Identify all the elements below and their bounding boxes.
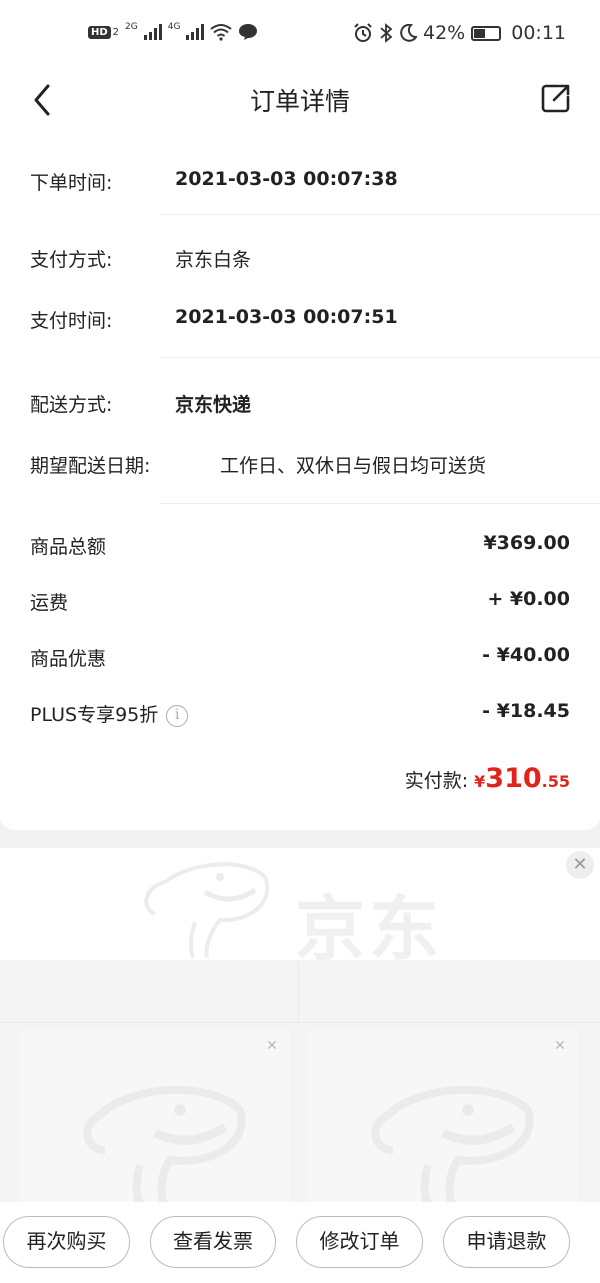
pay-method-value: 京东白条 — [175, 249, 252, 271]
message-icon — [239, 24, 258, 40]
paid-currency: ¥ — [474, 772, 486, 791]
divider — [160, 357, 600, 358]
plus-discount-label: PLUS专享95折 — [30, 704, 159, 726]
close-icon[interactable]: ✕ — [262, 1036, 282, 1056]
divider — [160, 214, 600, 215]
nav-header: 订单详情 — [0, 70, 600, 130]
info-icon[interactable]: i — [166, 704, 189, 727]
grid-divider — [298, 962, 299, 1022]
signal-icon-1 — [143, 24, 162, 40]
jd-dog-placeholder-icon — [371, 1085, 534, 1205]
wifi-icon — [210, 24, 233, 41]
product-placeholder[interactable]: ✕ — [308, 1030, 578, 1205]
clock: 00:11 — [511, 22, 566, 44]
modify-order-button[interactable]: 修改订单 — [296, 1216, 423, 1268]
shipping-value: + ¥0.00 — [487, 588, 570, 610]
grid-divider — [0, 1022, 600, 1023]
sim-index: 2 — [112, 26, 120, 38]
net1-label: 2G — [125, 22, 138, 32]
paid-decimal: .55 — [541, 772, 570, 791]
pay-time-value: 2021-03-03 00:07:51 — [175, 306, 398, 328]
delivery-date-label: 期望配送日期: — [30, 455, 151, 477]
status-left: HD 2 2G 4G — [88, 22, 258, 42]
pay-method-label: 支付方式: — [30, 249, 113, 271]
hd-badge: HD — [88, 25, 111, 39]
battery-percent: 42% — [423, 22, 466, 44]
order-time-value: 2021-03-03 00:07:38 — [175, 168, 398, 190]
status-bar: HD 2 2G 4G 42% 00:11 — [0, 0, 600, 70]
ad-brand-text: 京东 — [295, 888, 443, 970]
delivery-method-label: 配送方式: — [30, 394, 113, 416]
view-invoice-button[interactable]: 查看发票 — [150, 1216, 276, 1268]
rebuy-button[interactable]: 再次购买 — [3, 1216, 130, 1268]
divider — [160, 503, 600, 504]
alarm-icon — [354, 23, 372, 42]
paid-label: 实付款: — [404, 770, 469, 792]
ad-banner[interactable]: 京东 ✕ — [0, 848, 600, 970]
jd-dog-placeholder-icon — [83, 1085, 246, 1205]
battery-icon — [471, 25, 502, 41]
shipping-label: 运费 — [30, 592, 69, 614]
plus-discount-value: - ¥18.45 — [482, 700, 570, 722]
bottom-action-bar: 再次购买 查看发票 修改订单 申请退款 — [0, 1202, 600, 1283]
paid-integer: 310 — [485, 763, 542, 794]
order-time-label: 下单时间: — [30, 172, 113, 194]
signal-icon-2 — [186, 24, 205, 40]
close-icon[interactable]: ✕ — [550, 1036, 570, 1056]
product-placeholder[interactable]: ✕ — [20, 1030, 290, 1205]
goods-total-label: 商品总额 — [30, 536, 107, 558]
jd-dog-logo-icon — [144, 862, 270, 959]
order-detail-card: 下单时间: 2021-03-03 00:07:38 支付方式: 京东白条 支付时… — [0, 130, 600, 830]
pay-time-label: 支付时间: — [30, 310, 113, 332]
status-right: 42% 00:11 — [353, 22, 566, 44]
moon-icon — [400, 24, 417, 42]
close-icon[interactable]: ✕ — [566, 851, 594, 879]
net2-label: 4G — [167, 22, 181, 32]
bluetooth-icon — [380, 23, 393, 43]
delivery-method-value: 京东快递 — [175, 394, 252, 416]
page-title: 订单详情 — [249, 87, 350, 116]
request-refund-button[interactable]: 申请退款 — [443, 1216, 570, 1268]
discount-value: - ¥40.00 — [482, 644, 570, 666]
share-icon[interactable] — [540, 82, 572, 114]
plus-discount-row: PLUS专享95折 i — [30, 700, 189, 727]
discount-label: 商品优惠 — [30, 648, 107, 670]
delivery-date-value: 工作日、双休日与假日均可送货 — [220, 455, 487, 477]
paid-total: 实付款: ¥310.55 — [405, 763, 570, 794]
goods-total-value: ¥369.00 — [483, 532, 570, 554]
